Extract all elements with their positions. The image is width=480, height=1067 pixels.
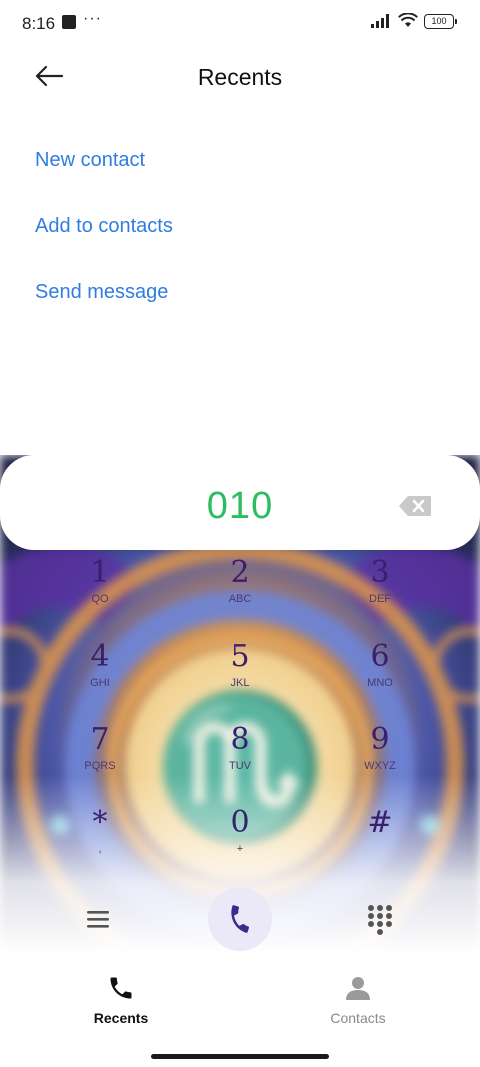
phone-icon: [231, 905, 249, 933]
keypad-icon: [368, 905, 392, 935]
key-letters: ABC: [228, 593, 252, 605]
number-display-card: 010: [0, 455, 480, 550]
key-letters: ,: [98, 843, 102, 855]
key-9[interactable]: 9 WXYZ: [320, 722, 440, 802]
page-title: Recents: [197, 64, 283, 90]
key-5[interactable]: 5 JKL: [180, 639, 300, 719]
add-to-contacts-link[interactable]: Add to contacts: [35, 206, 173, 272]
key-digit: 6: [370, 639, 390, 674]
call-button[interactable]: [208, 887, 272, 951]
new-contact-link[interactable]: New contact: [35, 140, 173, 206]
key-6[interactable]: 6 MNO: [320, 639, 440, 719]
key-digit: 2: [230, 555, 250, 590]
key-2[interactable]: 2 ABC: [180, 555, 300, 635]
notification-icon: [62, 15, 76, 29]
status-bar: 8:16 ··· 100: [0, 0, 480, 46]
key-letters: WXYZ: [364, 760, 396, 772]
phone-icon: [110, 977, 132, 999]
key-star[interactable]: * ,: [40, 805, 160, 885]
key-digit: 8: [230, 722, 250, 757]
nav-contacts[interactable]: Contacts: [298, 970, 418, 1026]
nav-contacts-label: Contacts: [330, 1010, 386, 1026]
contact-person-icon: [346, 977, 370, 1000]
hide-keypad-button[interactable]: [366, 903, 394, 937]
key-digit: 1: [90, 555, 110, 590]
key-7[interactable]: 7 PQRS: [40, 722, 160, 802]
key-letters: GHI: [90, 677, 110, 689]
key-digit: 3: [370, 555, 390, 590]
battery-level: 100: [431, 16, 447, 26]
send-message-link[interactable]: Send message: [35, 272, 173, 338]
status-icons: 100: [370, 13, 457, 29]
dialer-panel: ♏ 010 1 QO 2 ABC 3 DEF 4 GHI 5 JKL 6 MNO…: [0, 455, 480, 955]
home-indicator[interactable]: [151, 1054, 329, 1059]
key-3[interactable]: 3 DEF: [320, 555, 440, 635]
menu-icon: [87, 911, 109, 928]
battery-icon: 100: [424, 13, 457, 29]
key-digit: 5: [230, 639, 250, 674]
key-4[interactable]: 4 GHI: [40, 639, 160, 719]
bottom-navigation: Recents Contacts: [0, 970, 480, 1040]
key-0[interactable]: 0 +: [180, 805, 300, 885]
key-letters: QO: [91, 593, 109, 605]
wifi-icon: [398, 13, 418, 27]
backspace-icon: [399, 496, 431, 516]
key-digit: 4: [90, 639, 110, 674]
key-digit: #: [367, 805, 393, 840]
key-1[interactable]: 1 QO: [40, 555, 160, 635]
dialer-action-row: [0, 885, 480, 955]
key-letters: DEF: [369, 593, 391, 605]
menu-button[interactable]: [84, 905, 114, 935]
key-digit: 9: [370, 722, 390, 757]
header: Recents: [0, 50, 480, 106]
nav-recents-label: Recents: [93, 1010, 149, 1026]
signal-icon: [371, 14, 389, 28]
key-letters: MNO: [367, 677, 393, 689]
key-digit: 7: [90, 722, 110, 757]
key-letters: PQRS: [84, 760, 116, 772]
status-time: 8:16: [22, 14, 56, 33]
key-hash[interactable]: #: [320, 805, 440, 885]
key-8[interactable]: 8 TUV: [180, 722, 300, 802]
backspace-button[interactable]: [398, 495, 432, 517]
nav-recents[interactable]: Recents: [61, 970, 181, 1026]
more-notifications-icon: ···: [83, 10, 102, 27]
key-letters: JKL: [230, 677, 250, 689]
action-list: New contact Add to contacts Send message: [35, 140, 173, 338]
key-letters: +: [236, 843, 244, 855]
key-digit: *: [92, 805, 108, 840]
key-digit: 0: [230, 805, 250, 840]
key-letters: TUV: [229, 760, 251, 772]
